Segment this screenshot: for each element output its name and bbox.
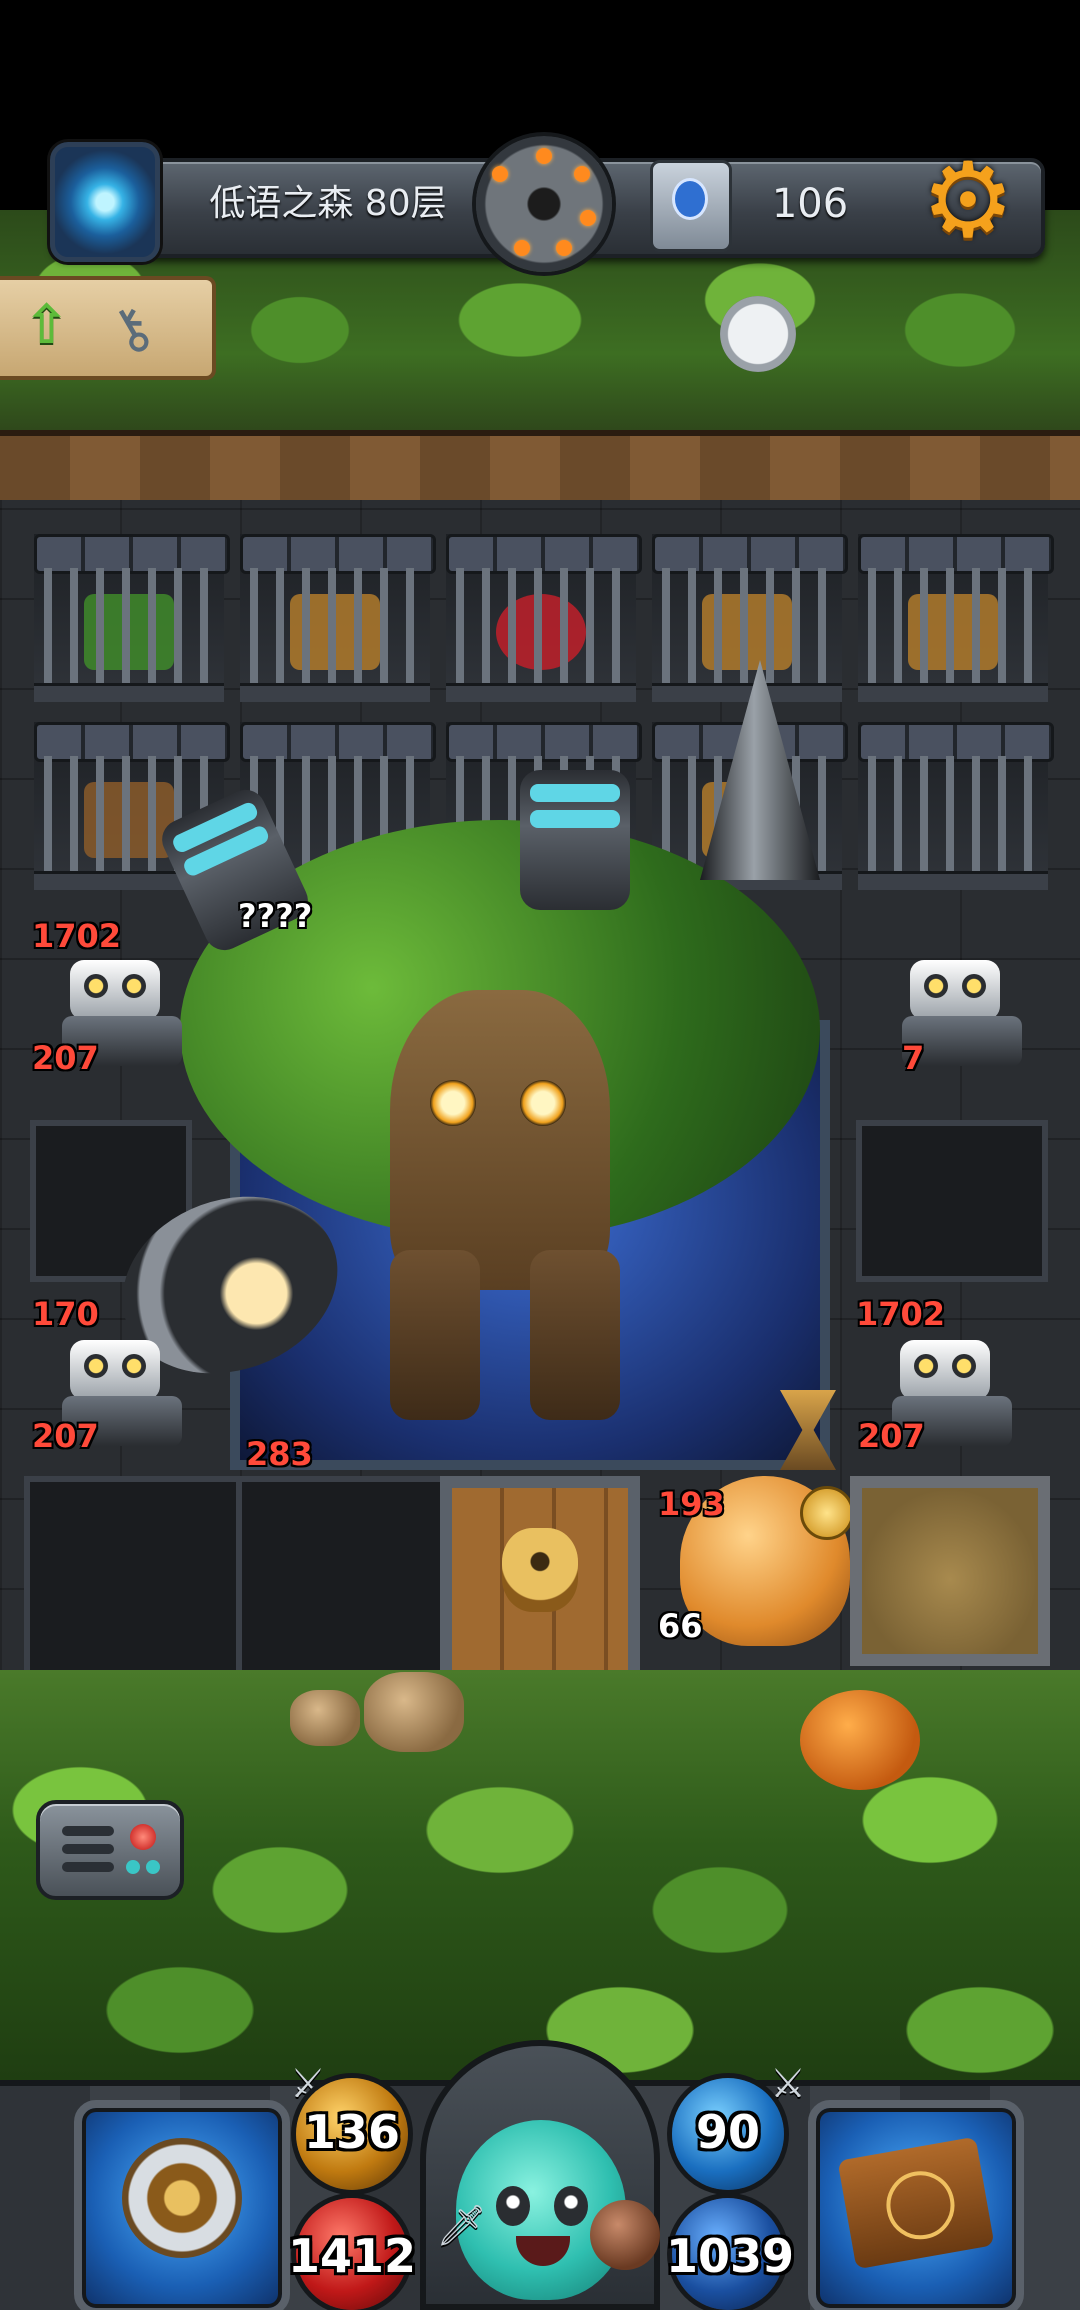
treant-eye [430,1080,476,1126]
slime-eye [496,2186,530,2226]
stopwatch-icon[interactable] [720,296,796,372]
cage-bars [250,568,420,688]
slime-eye [554,2186,588,2226]
treant-eye [520,1080,566,1126]
robot-head [900,1340,990,1400]
enemy-atk-value: 7 [902,1039,925,1077]
cage-tile[interactable] [652,534,848,702]
sword-icon: ⚔ [770,2061,806,2107]
health-value: 1412 [287,2229,417,2283]
menu-icon [62,1826,114,1836]
slime-mouth [516,2236,570,2266]
dungeon-cell[interactable] [856,1120,1048,1282]
shield-orb-icon [590,2200,660,2270]
robot-head [70,960,160,1020]
boss-hp-value: ???? [238,897,313,935]
boss-atk-badge: 283 [236,1430,319,1478]
cage-base [652,683,842,702]
cage-tile[interactable] [446,534,642,702]
cage-bars [868,568,1038,688]
enemy-hp-value: 1702 [856,1295,946,1333]
ruins-tile[interactable] [850,1476,1050,1666]
treant-leg [530,1250,620,1420]
enemy-atk-badge: 7 [891,1034,937,1082]
robot-head [70,1340,160,1400]
dial-pip [492,166,508,182]
portal-icon[interactable] [50,142,160,262]
up-arrow-icon: ⇧ [24,293,70,356]
menu-icon-line [62,1862,114,1872]
mana-value: 1039 [665,2229,795,2283]
enemy-hp-value: 1702 [32,917,122,955]
cage-bars [662,568,832,688]
treant-boss[interactable] [97,660,860,1440]
robot-head [910,960,1000,1020]
map-icon[interactable] [650,160,732,252]
cage-base [240,683,430,702]
cat-atk-badge: 66 [648,1602,709,1650]
quest-scroll-button[interactable]: ⇧ ⚷ [0,276,216,380]
steam-tube [520,770,630,910]
cage-tile[interactable] [34,534,230,702]
enemy-atk-badge: 207 [22,1412,105,1460]
gem-count: 106 [771,181,849,227]
level-name: 低语之森 80层 [209,183,447,224]
menu-button[interactable] [36,1800,184,1900]
dungeon-cell[interactable] [236,1476,448,1684]
dial-pip [580,210,596,226]
cat-hp-badge: 193 [648,1480,731,1528]
rock [290,1690,360,1746]
status-led [130,1824,156,1850]
hero-equipment-button[interactable] [74,2100,290,2310]
cage-base [446,683,636,702]
attack-value: 136 [303,2105,401,2159]
pumpkin [800,1690,920,1790]
bomb-dial-icon[interactable] [476,136,612,272]
spellbook-button[interactable] [808,2100,1024,2310]
rock [364,1672,464,1752]
enemy-atk-badge: 207 [22,1034,105,1082]
cage-tile[interactable] [858,722,1054,890]
status-led [126,1860,140,1874]
enemy-atk-badge: 207 [848,1412,931,1460]
cage-tile[interactable] [858,534,1054,702]
gear-icon[interactable]: ⚙ [916,148,1020,252]
hero-shield-icon [122,2138,242,2258]
locked-door[interactable] [440,1476,640,1676]
cage-base [858,683,1048,702]
cage-bars [456,568,626,688]
coin-icon [800,1486,854,1540]
cage-bars [44,568,214,688]
key-icon: ⚷ [97,290,166,368]
cage-base [858,871,1048,890]
dungeon-cell[interactable] [24,1476,246,1684]
cage-base [34,683,224,702]
menu-icon-line [62,1844,114,1854]
dial-pip [536,148,552,164]
spellbook-icon [837,2136,995,2270]
boss-hp-badge: ???? [227,892,318,940]
game-screen: 1702 207 ???? 7 170 207 1702 207 283 193… [0,0,1080,2310]
cage-tile[interactable] [240,534,436,702]
enemy-hp-badge: 170 [22,1290,105,1338]
enemy-hp-value: 170 [32,1295,99,1333]
enemy-atk-value: 207 [32,1417,99,1455]
keyhole-icon [502,1528,578,1612]
dagger-icon: 🗡 [436,2203,487,2249]
enemy-atk-value: 207 [32,1039,99,1077]
boss-atk-value: 283 [246,1435,313,1473]
defense-value: 90 [695,2105,760,2159]
enemy-atk-value: 207 [858,1417,925,1455]
dial-pip [574,166,590,182]
dial-pip [514,240,530,256]
dial-pip [556,240,572,256]
cage-bars [868,756,1038,876]
enemy-hp-badge: 1702 [845,1290,951,1338]
treant-trunk [390,990,610,1290]
treant-leg [390,1250,480,1420]
enemy-hp-badge: 1702 [21,912,127,960]
cat-hp-value: 193 [658,1485,725,1523]
cat-atk-value: 66 [658,1607,703,1645]
dirt-band [0,430,1080,508]
